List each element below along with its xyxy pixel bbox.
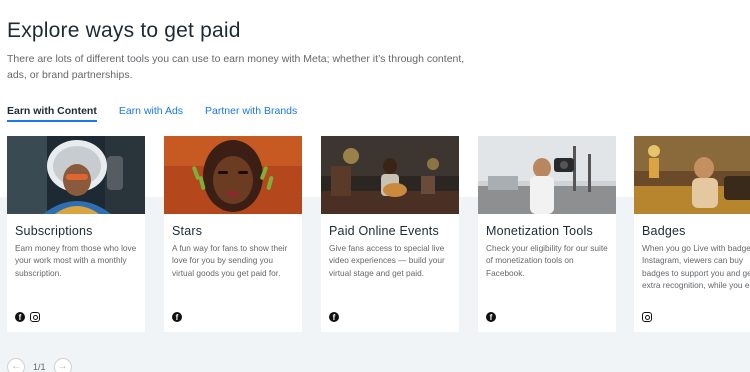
facebook-icon: f	[172, 312, 182, 322]
instagram-icon	[30, 312, 40, 322]
card-title: Monetization Tools	[486, 224, 593, 238]
carousel-pager: ← 1/1 →	[7, 358, 72, 372]
facebook-icon: f	[486, 312, 496, 322]
card-title: Stars	[172, 224, 203, 238]
card-monetization-tools[interactable]: Monetization Tools Check your eligibilit…	[478, 136, 616, 332]
tab-earn-with-content[interactable]: Earn with Content	[7, 105, 97, 122]
monetization-tools-image	[478, 136, 616, 214]
page-count: 1/1	[33, 362, 46, 372]
subscriptions-image	[7, 136, 145, 214]
instagram-icon	[642, 312, 652, 322]
facebook-icon: f	[329, 312, 339, 322]
card-subscriptions[interactable]: Subscriptions Earn money from those who …	[7, 136, 145, 332]
card-description: Earn money from those who love your work …	[15, 243, 137, 278]
facebook-icon: f	[15, 312, 25, 322]
card-carousel: Subscriptions Earn money from those who …	[7, 136, 750, 332]
card-stars[interactable]: Stars A fun way for fans to show their lo…	[164, 136, 302, 332]
tab-earn-with-ads[interactable]: Earn with Ads	[119, 105, 183, 122]
card-badges[interactable]: Badges When you go Live with badges Insta…	[634, 136, 750, 332]
paid-online-events-image	[321, 136, 459, 214]
stars-image	[164, 136, 302, 214]
arrow-right-icon[interactable]: →	[53, 358, 72, 372]
badges-image	[634, 136, 750, 214]
card-title: Subscriptions	[15, 224, 93, 238]
card-title: Badges	[642, 224, 686, 238]
card-description: Check your eligibility for our suite of m…	[486, 243, 608, 278]
tab-bar: Earn with Content Earn with Ads Partner …	[7, 105, 319, 122]
tab-partner-with-brands[interactable]: Partner with Brands	[205, 105, 297, 122]
card-description: Give fans access to special live video ex…	[329, 243, 445, 278]
card-paid-online-events[interactable]: Paid Online Events Give fans access to s…	[321, 136, 459, 332]
arrow-left-icon[interactable]: ←	[7, 358, 25, 372]
card-title: Paid Online Events	[329, 224, 439, 238]
card-description: A fun way for fans to show their love for…	[172, 243, 288, 278]
page-description: There are lots of different tools you ca…	[7, 53, 465, 81]
card-description: When you go Live with badges Instagram, v…	[642, 243, 750, 291]
page-title: Explore ways to get paid	[7, 19, 241, 42]
